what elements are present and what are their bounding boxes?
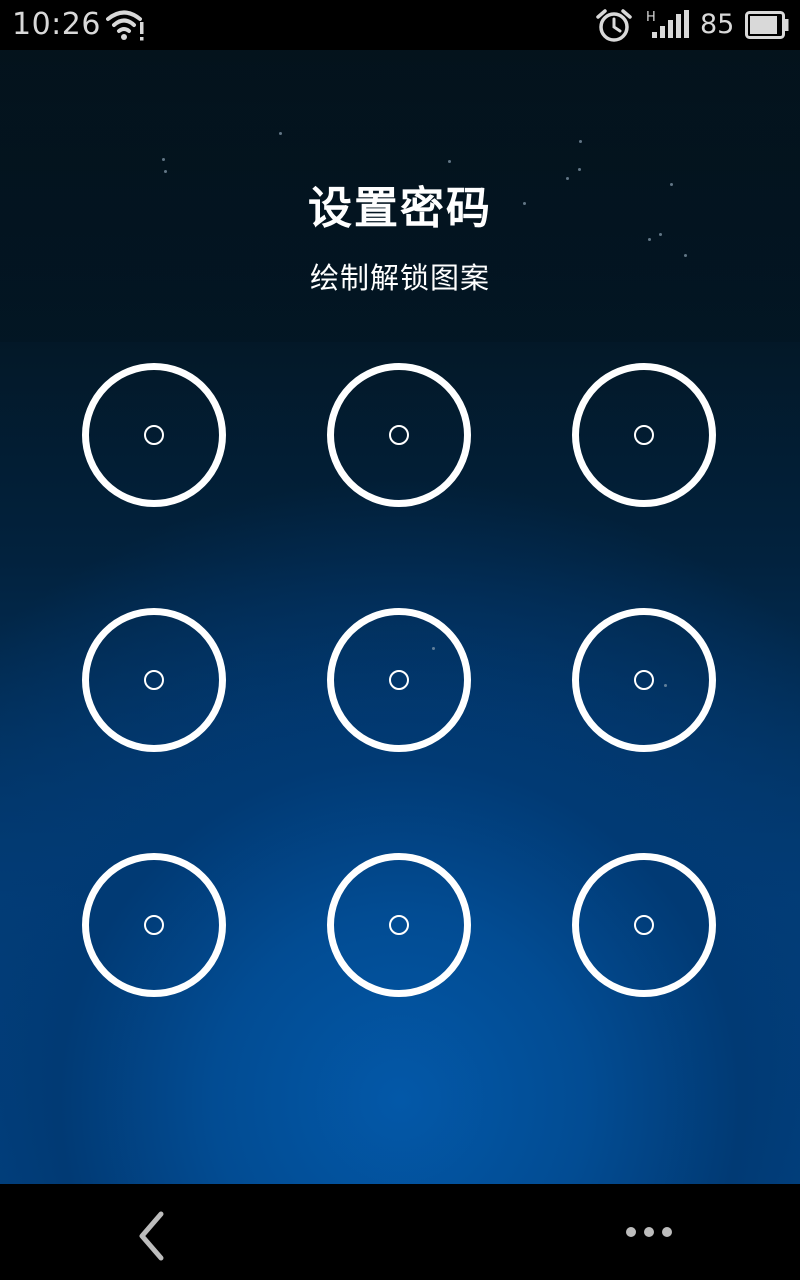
battery-icon	[745, 11, 789, 39]
node-center-dot	[634, 670, 654, 690]
node-center-dot	[634, 425, 654, 445]
back-chevron-icon[interactable]	[120, 1204, 184, 1268]
svg-text:H: H	[646, 10, 656, 25]
pattern-node-3[interactable]	[572, 363, 716, 507]
pattern-node-5[interactable]	[327, 608, 471, 752]
unlock-pattern-grid[interactable]	[0, 50, 800, 1184]
battery-percent: 85	[700, 9, 735, 40]
node-center-dot	[144, 425, 164, 445]
signal-h-icon: H	[646, 10, 689, 38]
pattern-node-4[interactable]	[82, 608, 226, 752]
alarm-clock-icon	[596, 9, 632, 42]
node-center-dot	[389, 425, 409, 445]
pattern-node-1[interactable]	[82, 363, 226, 507]
node-center-dot	[144, 915, 164, 935]
pattern-node-6[interactable]	[572, 608, 716, 752]
node-center-dot	[389, 670, 409, 690]
more-dots-icon[interactable]	[614, 1212, 684, 1252]
pattern-node-9[interactable]	[572, 853, 716, 997]
clock-time: 10:26	[12, 7, 101, 42]
node-center-dot	[144, 670, 164, 690]
pattern-node-8[interactable]	[327, 853, 471, 997]
navigation-bar	[0, 1184, 800, 1280]
pattern-node-7[interactable]	[82, 853, 226, 997]
node-center-dot	[389, 915, 409, 935]
status-bar: 10:26 H 85	[0, 0, 800, 50]
pattern-node-2[interactable]	[327, 363, 471, 507]
node-center-dot	[634, 915, 654, 935]
lock-pattern-screen: 设置密码 绘制解锁图案	[0, 50, 800, 1184]
wifi-alert-icon	[106, 10, 144, 41]
